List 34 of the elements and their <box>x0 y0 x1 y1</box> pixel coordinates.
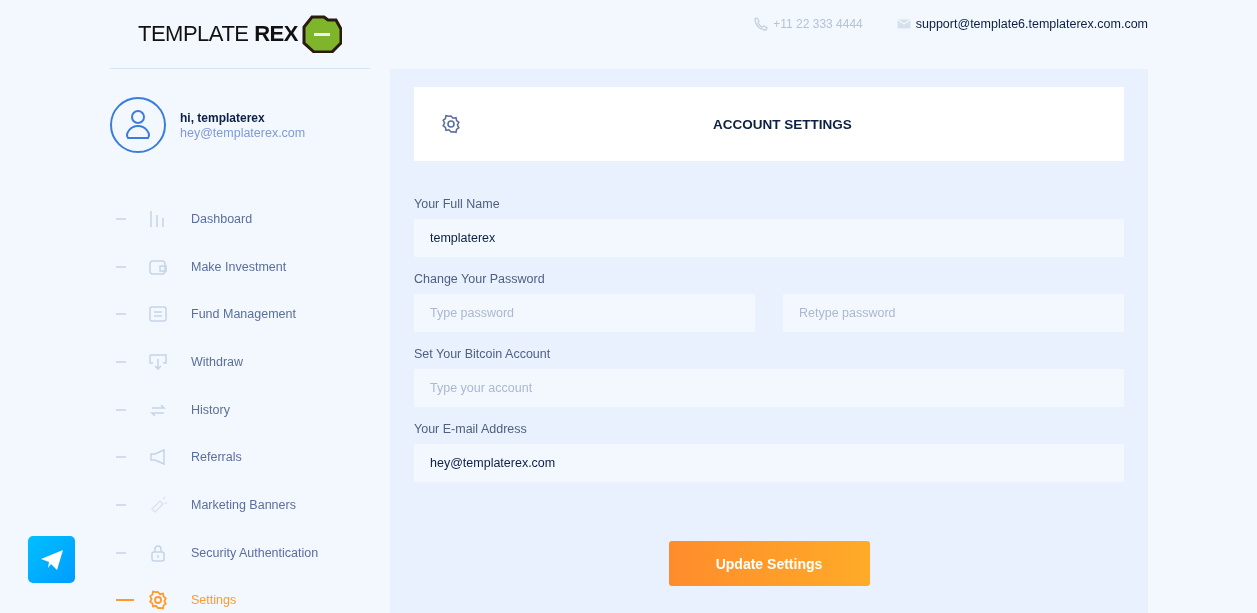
sidebar-item[interactable]: Security Authentication <box>110 528 370 577</box>
input-field[interactable]: hey@templaterex.com <box>414 444 1124 482</box>
support-email: support@template6.templaterex.com.com <box>915 17 1148 31</box>
field-label: Change Your Password <box>414 272 546 286</box>
phone-icon <box>754 17 769 31</box>
sidebar-item[interactable]: History <box>110 385 370 434</box>
logo-icon <box>301 15 342 53</box>
sidebar-item[interactable]: Fund Management <box>110 290 370 339</box>
user-icon <box>125 109 151 141</box>
field-label: Your Full Name <box>414 197 501 211</box>
phone-number: +11 22 333 4444 <box>773 17 863 31</box>
sidebar-item[interactable]: Marketing Banners <box>110 481 370 529</box>
paper-plane-icon <box>39 548 64 571</box>
settings-icon <box>148 590 168 611</box>
input-field[interactable]: Type your account <box>414 369 1124 407</box>
field-label: Your E-mail Address <box>414 422 528 436</box>
tray-download-icon <box>148 351 168 372</box>
panel-title: ACCOUNT SETTINGS <box>713 116 852 132</box>
field-label: Set Your Bitcoin Account <box>414 347 552 361</box>
sidebar-item[interactable]: Withdraw <box>110 338 370 386</box>
input-field[interactable]: Type password <box>414 294 755 332</box>
user-greeting: hi, templaterex <box>180 110 266 125</box>
user-email: hey@templaterex.com <box>180 125 306 140</box>
settings-icon <box>441 114 461 134</box>
input-field[interactable]: Retype password <box>783 294 1124 332</box>
sidebar-item[interactable]: Referrals <box>110 433 370 482</box>
input-field[interactable]: templaterex <box>414 219 1124 257</box>
envelope-icon <box>896 19 911 29</box>
telegram-button[interactable] <box>28 536 75 583</box>
logo-wordmark: TEMPLATE REX <box>138 21 298 47</box>
document-icon <box>148 304 168 325</box>
sidebar-item[interactable]: Dashboard <box>110 195 370 243</box>
sidebar-item[interactable]: Make Investment <box>110 242 370 291</box>
lock-icon <box>148 542 168 563</box>
